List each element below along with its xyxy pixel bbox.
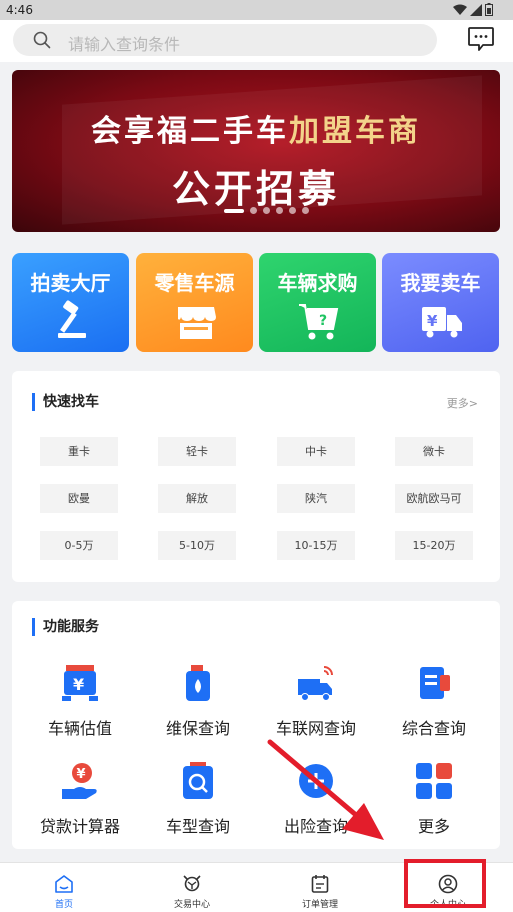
truck-value-icon: ¥ (62, 665, 98, 701)
tab-label: 交易中心 (173, 900, 210, 910)
status-time: 4:46 (6, 3, 33, 17)
oil-bottle-icon (186, 665, 210, 701)
carousel-indicator (224, 207, 309, 214)
chip-price-5-10[interactable]: 5-10万 (158, 531, 236, 560)
service-vehicle-valuation[interactable]: ¥ 车辆估值 (20, 663, 140, 739)
gavel-icon (58, 300, 86, 338)
quick-entry-label: 我要卖车 (400, 271, 481, 295)
service-loan-calculator[interactable]: ¥ 贷款计算器 (20, 761, 140, 837)
banner-headline: 会享福二手车加盟车商 (12, 106, 500, 150)
service-label: 出险查询 (283, 817, 348, 836)
tab-order-management[interactable]: 订单管理 (256, 863, 384, 912)
service-claims-query[interactable]: 出险查询 (256, 761, 376, 837)
service-label: 车辆估值 (47, 719, 112, 738)
carousel-dot-active[interactable] (224, 208, 244, 213)
chip-light-truck[interactable]: 轻卡 (158, 437, 236, 466)
service-label: 综合查询 (401, 719, 466, 738)
section-title: 快速找车 (32, 393, 99, 411)
service-maintenance-query[interactable]: 维保查询 (138, 663, 258, 739)
truck-yen-icon: ¥ (422, 307, 462, 338)
services-section: 功能服务 ¥ 车辆估值 维保查询 车联网查询 综合查询 ¥ 贷款计算器 车型查询… (12, 601, 500, 849)
chip-price-15-20[interactable]: 15-20万 (395, 531, 473, 560)
sell-car-button[interactable]: 我要卖车 ¥ (382, 253, 499, 352)
auction-hall-button[interactable]: 拍卖大厅 (12, 253, 129, 352)
chip-heavy-truck[interactable]: 重卡 (40, 437, 118, 466)
chip-brand-ouman[interactable]: 欧曼 (40, 484, 118, 513)
chip-mini-truck[interactable]: 微卡 (395, 437, 473, 466)
battery-icon (485, 3, 493, 16)
quick-entry-label: 拍卖大厅 (30, 271, 111, 295)
chip-brand-shaanqi[interactable]: 陕汽 (277, 484, 355, 513)
connected-truck-icon (298, 666, 333, 701)
trade-icon (183, 875, 201, 892)
tab-home[interactable]: 首页 (0, 863, 128, 912)
section-title: 功能服务 (32, 618, 99, 636)
carousel-dot[interactable] (276, 207, 283, 214)
carousel-dot[interactable] (250, 207, 257, 214)
signal-icon (470, 3, 482, 16)
tab-label: 订单管理 (301, 900, 338, 910)
chip-price-10-15[interactable]: 10-15万 (277, 531, 355, 560)
quick-entry-label: 车辆求购 (277, 271, 358, 295)
tab-label: 首页 (54, 900, 73, 910)
insurance-icon (299, 764, 333, 798)
search-input[interactable]: 请输入查询条件 (13, 24, 437, 56)
order-icon (311, 875, 329, 893)
banner-subheadline: 公开招募 (171, 167, 340, 211)
document-icon (420, 667, 450, 699)
chip-brand-jiefang[interactable]: 解放 (158, 484, 236, 513)
annotation-highlight-box (404, 859, 486, 908)
loan-hand-icon: ¥ (62, 763, 97, 799)
chip-brand-ouhang[interactable]: 欧航欧马可 (395, 484, 473, 513)
carousel-dot[interactable] (302, 207, 309, 214)
chip-price-0-5[interactable]: 0-5万 (40, 531, 118, 560)
quick-find-section: 快速找车 更多> 重卡 轻卡 中卡 微卡 欧曼 解放 陕汽 欧航欧马可 0-5万… (12, 371, 500, 582)
cart-icon: ? (299, 304, 339, 340)
carousel-dot[interactable] (263, 207, 270, 214)
service-label: 车联网查询 (275, 719, 356, 738)
service-label: 维保查询 (165, 719, 230, 738)
service-label: 更多 (417, 817, 450, 836)
wifi-icon (453, 4, 467, 15)
top-header: 请输入查询条件 (0, 20, 513, 62)
status-bar: 4:46 (0, 0, 513, 20)
svg-text:?: ? (319, 313, 327, 329)
banner-headline-gold: 加盟车商 (289, 114, 421, 149)
service-more[interactable]: 更多 (374, 761, 494, 837)
quick-entry-label: 零售车源 (154, 271, 235, 295)
vehicle-wanted-button[interactable]: 车辆求购 ? (259, 253, 376, 352)
more-link[interactable]: 更多> (447, 395, 478, 411)
chip-medium-truck[interactable]: 中卡 (277, 437, 355, 466)
retail-source-button[interactable]: 零售车源 (136, 253, 253, 352)
service-model-query[interactable]: 车型查询 (138, 761, 258, 837)
service-label: 车型查询 (165, 817, 230, 836)
banner-headline-white: 会享福二手车 (91, 114, 289, 149)
grid-icon (416, 763, 452, 799)
svg-text:¥: ¥ (77, 767, 86, 782)
service-telematics-query[interactable]: 车联网查询 (256, 663, 376, 739)
shop-icon (178, 307, 216, 339)
tab-trade-center[interactable]: 交易中心 (128, 863, 256, 912)
search-icon (33, 31, 51, 49)
home-icon (55, 875, 73, 893)
status-icons (453, 3, 493, 16)
search-placeholder: 请输入查询条件 (68, 35, 181, 54)
message-icon[interactable] (467, 26, 495, 52)
promo-banner[interactable]: 会享福二手车加盟车商 公开招募 (12, 70, 500, 232)
svg-text:¥: ¥ (73, 675, 84, 694)
model-search-icon (183, 762, 213, 799)
carousel-dot[interactable] (289, 207, 296, 214)
service-label: 贷款计算器 (39, 817, 120, 836)
service-general-query[interactable]: 综合查询 (374, 663, 494, 739)
svg-text:¥: ¥ (427, 312, 438, 330)
